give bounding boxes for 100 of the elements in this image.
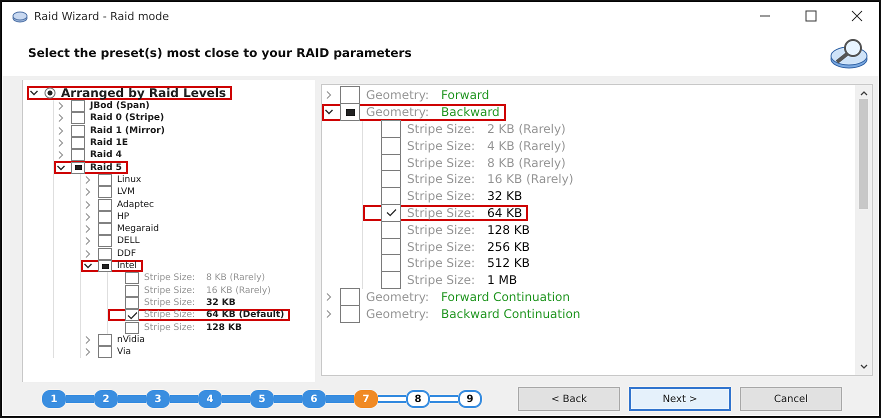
- tree-value: 128 KB: [206, 322, 242, 332]
- tree-label: Geometry:: [366, 88, 430, 102]
- checkbox[interactable]: [340, 103, 360, 122]
- tree-row[interactable]: Stripe Size: 128 KB: [108, 321, 248, 334]
- checkbox[interactable]: [381, 271, 401, 290]
- tree-label: Stripe Size:: [144, 273, 196, 284]
- chevron-down-icon[interactable]: [56, 162, 66, 173]
- checkbox[interactable]: [381, 220, 401, 239]
- checkbox[interactable]: [125, 309, 139, 322]
- chevron-right-icon[interactable]: [83, 334, 93, 345]
- checkbox[interactable]: [381, 136, 401, 155]
- checkbox[interactable]: [125, 272, 139, 284]
- checkbox[interactable]: [125, 296, 139, 309]
- checkbox[interactable]: [98, 334, 112, 346]
- tree-row[interactable]: Raid 5: [54, 161, 128, 174]
- maximize-icon[interactable]: [805, 10, 817, 22]
- checkbox[interactable]: [381, 254, 401, 272]
- tree-row[interactable]: Stripe Size: 128 KB: [363, 221, 536, 238]
- checkbox[interactable]: [98, 174, 112, 186]
- tree-label: DDF: [117, 248, 136, 259]
- tree-label: Intel: [117, 261, 137, 272]
- tree-row[interactable]: HP: [81, 210, 136, 223]
- tree-label: nVidia: [117, 334, 145, 345]
- checkbox[interactable]: [98, 346, 112, 358]
- close-icon[interactable]: [851, 10, 863, 22]
- disk-icon: [12, 9, 28, 23]
- checkbox[interactable]: [71, 112, 85, 124]
- chevron-right-icon[interactable]: [56, 126, 66, 136]
- checkbox[interactable]: [98, 198, 112, 211]
- radio-button[interactable]: [44, 87, 56, 99]
- checkbox[interactable]: [340, 86, 360, 104]
- checkbox[interactable]: [125, 322, 139, 334]
- chevron-right-icon[interactable]: [56, 113, 66, 124]
- checkbox[interactable]: [381, 187, 401, 206]
- tree-row[interactable]: Geometry: Backward: [322, 104, 506, 121]
- checkbox[interactable]: [98, 235, 112, 248]
- chevron-right-icon[interactable]: [83, 347, 93, 358]
- scrollbar[interactable]: [855, 85, 872, 375]
- scrollbar-thumb[interactable]: [859, 99, 868, 209]
- checkbox[interactable]: [98, 223, 112, 236]
- tree-row[interactable]: Stripe Size: 32 KB: [108, 296, 242, 310]
- tree-row[interactable]: Stripe Size: 64 KB (Default): [108, 309, 290, 322]
- tree-row[interactable]: Via: [81, 346, 137, 358]
- scroll-down-icon[interactable]: [858, 363, 868, 371]
- checkbox[interactable]: [98, 210, 112, 223]
- tree-row[interactable]: Raid 1 (Mirror): [54, 124, 171, 137]
- step-indicator: 6: [302, 390, 326, 408]
- checkbox[interactable]: [98, 186, 112, 198]
- tree-row[interactable]: Stripe Size: 512 KB: [363, 254, 536, 272]
- chevron-right-icon[interactable]: [324, 90, 334, 100]
- tree-row[interactable]: DDF: [81, 248, 142, 260]
- tree-row[interactable]: nVidia: [81, 334, 151, 346]
- checkbox[interactable]: [71, 162, 85, 174]
- tree-row[interactable]: Intel: [81, 260, 143, 272]
- tree-label: Stripe Size:: [144, 310, 196, 320]
- chevron-right-icon[interactable]: [324, 308, 334, 319]
- partial-mark: [346, 108, 354, 116]
- checkbox[interactable]: [125, 284, 139, 297]
- tree-row[interactable]: Raid 0 (Stripe): [54, 112, 170, 125]
- tree-row[interactable]: Adaptec: [81, 198, 160, 211]
- checkbox[interactable]: [381, 120, 401, 138]
- tree-row[interactable]: Linux: [81, 174, 148, 186]
- wizard-button[interactable]: Next >: [629, 387, 731, 411]
- checkbox[interactable]: [71, 137, 85, 150]
- checkbox[interactable]: [98, 248, 112, 260]
- chevron-right-icon[interactable]: [56, 138, 66, 148]
- tree-row[interactable]: Geometry: Forward Continuation: [322, 288, 576, 306]
- checkbox[interactable]: [71, 124, 85, 137]
- checkbox[interactable]: [98, 260, 112, 272]
- checkbox[interactable]: [340, 304, 360, 323]
- chevron-right-icon[interactable]: [83, 200, 93, 210]
- tree-row[interactable]: Geometry: Backward Continuation: [322, 305, 586, 322]
- tree-row[interactable]: JBod (Span): [54, 100, 156, 112]
- chevron-right-icon[interactable]: [56, 101, 66, 112]
- chevron-right-icon[interactable]: [83, 236, 93, 246]
- tree-row[interactable]: Megaraid: [81, 222, 165, 236]
- tree-row[interactable]: Raid 1E: [54, 136, 134, 150]
- wizard-button[interactable]: Cancel: [740, 387, 842, 411]
- tree-row[interactable]: Stripe Size: 64 KB: [363, 204, 528, 222]
- chevron-right-icon[interactable]: [83, 212, 93, 222]
- checkbox[interactable]: [71, 149, 85, 162]
- chevron-right-icon[interactable]: [83, 187, 93, 198]
- chevron-down-icon[interactable]: [29, 88, 39, 98]
- tree-row[interactable]: LVM: [81, 186, 141, 198]
- tree-row[interactable]: Stripe Size: 32 KB: [363, 188, 528, 205]
- tree-row[interactable]: Stripe Size: 1 MB: [363, 272, 524, 289]
- tree-row[interactable]: Raid 4: [54, 149, 128, 162]
- checkbox[interactable]: [381, 204, 401, 222]
- tree-row[interactable]: DELL: [81, 235, 146, 248]
- tree-row[interactable]: Geometry: Forward: [322, 87, 496, 104]
- checkbox[interactable]: [71, 100, 85, 112]
- scroll-up-icon[interactable]: [858, 89, 868, 97]
- chevron-right-icon[interactable]: [324, 292, 334, 302]
- step-indicator: 3: [146, 390, 170, 408]
- wizard-button[interactable]: < Back: [518, 387, 620, 411]
- chevron-right-icon[interactable]: [83, 224, 93, 234]
- progress-connector: [274, 395, 302, 403]
- checkbox[interactable]: [381, 170, 401, 188]
- checkbox[interactable]: [340, 288, 360, 306]
- tree-row[interactable]: Arranged by Raid Levels: [27, 86, 232, 100]
